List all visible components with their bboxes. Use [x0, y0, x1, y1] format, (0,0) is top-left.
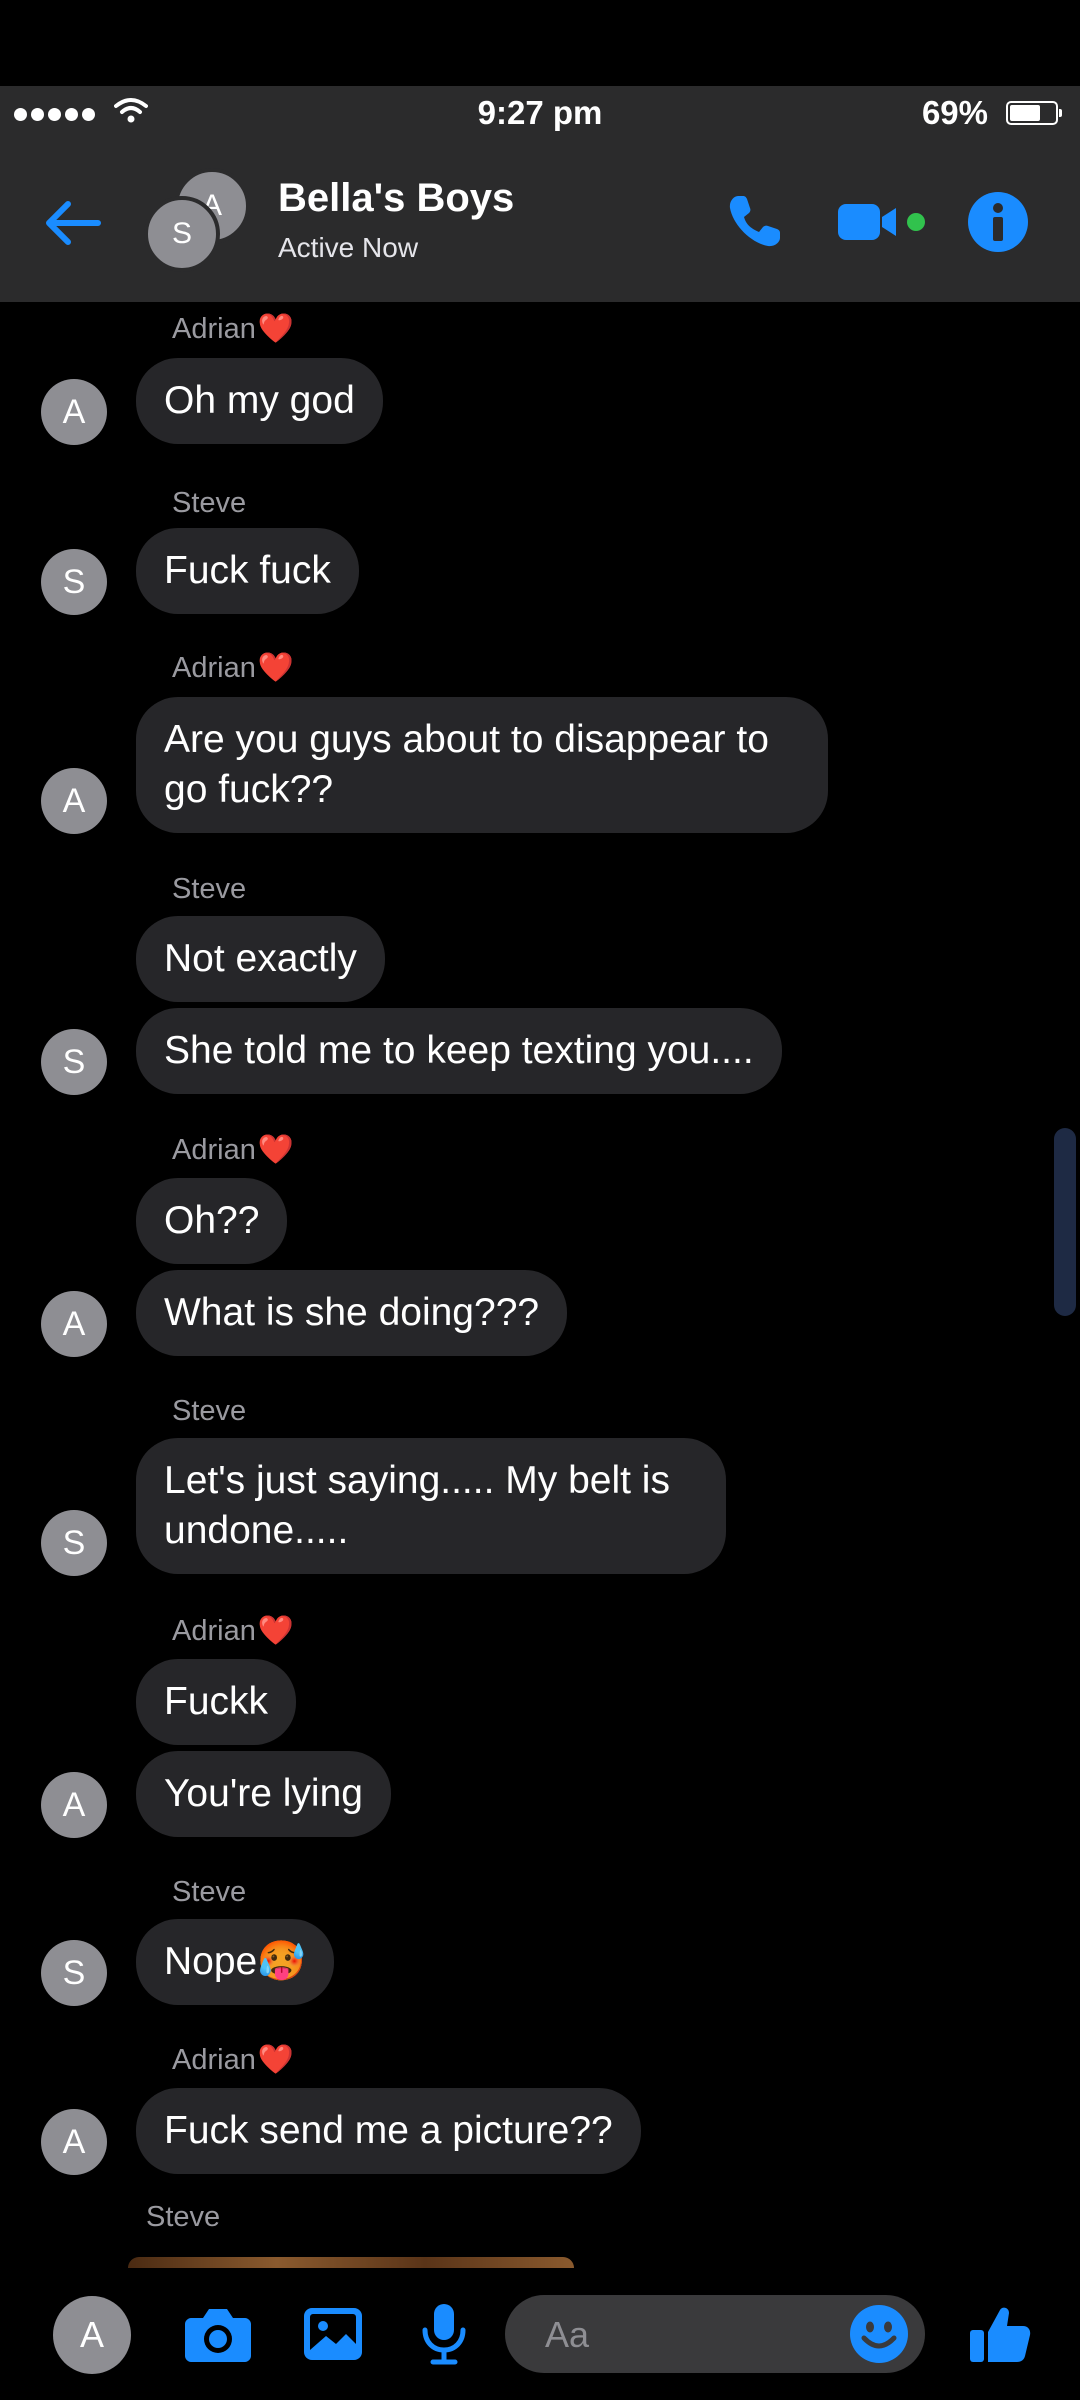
message-bubble[interactable]: You're lying: [136, 1751, 391, 1837]
sender-name: Adrian❤️: [172, 652, 294, 684]
heart-emoji: ❤️: [257, 1134, 294, 1166]
video-camera-icon: [838, 204, 925, 240]
member-avatar-front: S: [144, 196, 220, 272]
heart-emoji: ❤️: [257, 1615, 294, 1647]
sender-name: Steve: [172, 487, 247, 519]
like-button[interactable]: [964, 2294, 1036, 2374]
message-bubble[interactable]: Oh??: [136, 1178, 288, 1264]
top-black-band: [0, 0, 1080, 86]
message-input[interactable]: [543, 2295, 847, 2375]
photo-gallery-icon: [304, 2308, 362, 2360]
online-indicator: [907, 213, 925, 231]
message-bubble[interactable]: Fuckk: [136, 1659, 297, 1745]
emoji-button[interactable]: [849, 2304, 909, 2364]
sender-avatar[interactable]: A: [41, 1291, 107, 1357]
voice-message-button[interactable]: [414, 2294, 474, 2374]
battery-icon: [1006, 101, 1062, 125]
sender-avatar[interactable]: A: [41, 1772, 107, 1838]
gallery-button[interactable]: [298, 2294, 368, 2374]
video-call-button[interactable]: [836, 186, 932, 258]
clock: 9:27 pm: [477, 94, 603, 131]
sender-avatar[interactable]: A: [41, 768, 107, 834]
message-bubble[interactable]: Let's just saying..... My belt is undone…: [136, 1438, 726, 1574]
own-avatar[interactable]: A: [53, 2296, 131, 2374]
sender-avatar[interactable]: S: [41, 1029, 107, 1095]
battery-percentage: 69%: [921, 94, 988, 131]
message-list[interactable]: Adrian❤️ Oh my god A Steve Fuck fuck S A…: [0, 302, 1080, 2268]
message-bubble[interactable]: She told me to keep texting you....: [136, 1008, 782, 1094]
active-status: Active Now: [278, 232, 419, 263]
sender-name: Steve: [146, 2201, 221, 2233]
chat-header: A S Bella's Boys Active Now: [0, 142, 1080, 302]
message-bubble[interactable]: What is she doing???: [136, 1270, 568, 1356]
chat-info-button[interactable]: [966, 186, 1030, 258]
smiley-icon: [850, 2305, 908, 2363]
back-button[interactable]: [40, 190, 106, 256]
audio-call-button[interactable]: [722, 186, 786, 258]
sender-avatar[interactable]: S: [41, 549, 107, 615]
message-bubble[interactable]: Oh my god: [136, 358, 383, 444]
photo-message-peek[interactable]: [128, 2257, 574, 2268]
sender-avatar[interactable]: S: [41, 1940, 107, 2006]
info-icon: [968, 192, 1028, 252]
group-avatar[interactable]: A S: [144, 168, 250, 272]
status-bar: 9:27 pm 69%: [0, 86, 1080, 142]
phone-icon: [729, 196, 780, 247]
message-bubble[interactable]: Fuck fuck: [136, 528, 359, 614]
sender-name: Steve: [172, 873, 247, 905]
sender-name: Steve: [172, 1395, 247, 1427]
chat-title[interactable]: Bella's Boys: [278, 176, 514, 221]
back-arrow-icon: [46, 201, 101, 245]
sender-name: Adrian❤️: [172, 313, 294, 345]
sender-name: Adrian❤️: [172, 2044, 294, 2076]
sender-name: Adrian❤️: [172, 1134, 294, 1166]
message-bubble[interactable]: Nope🥵: [136, 1919, 334, 2005]
camera-button[interactable]: [180, 2294, 256, 2374]
sender-name: Adrian❤️: [172, 1615, 294, 1647]
heart-emoji: ❤️: [257, 2044, 294, 2076]
camera-icon: [185, 2309, 251, 2362]
heart-emoji: ❤️: [257, 313, 294, 345]
message-bubble[interactable]: Not exactly: [136, 916, 385, 1002]
scroll-indicator[interactable]: [1054, 1128, 1076, 1316]
sender-avatar[interactable]: S: [41, 1510, 107, 1576]
sender-avatar[interactable]: A: [41, 2109, 107, 2175]
message-bubble[interactable]: Are you guys about to disappear to go fu…: [136, 697, 828, 833]
message-bubble[interactable]: Fuck send me a picture??: [136, 2088, 641, 2174]
thumbs-up-icon: [970, 2307, 1031, 2362]
composer-bar: A: [0, 2268, 1080, 2400]
sender-avatar[interactable]: A: [41, 379, 107, 445]
microphone-icon: [422, 2304, 466, 2365]
heart-emoji: ❤️: [257, 652, 294, 684]
message-input-box: [505, 2295, 925, 2375]
sender-name: Steve: [172, 1876, 247, 1908]
